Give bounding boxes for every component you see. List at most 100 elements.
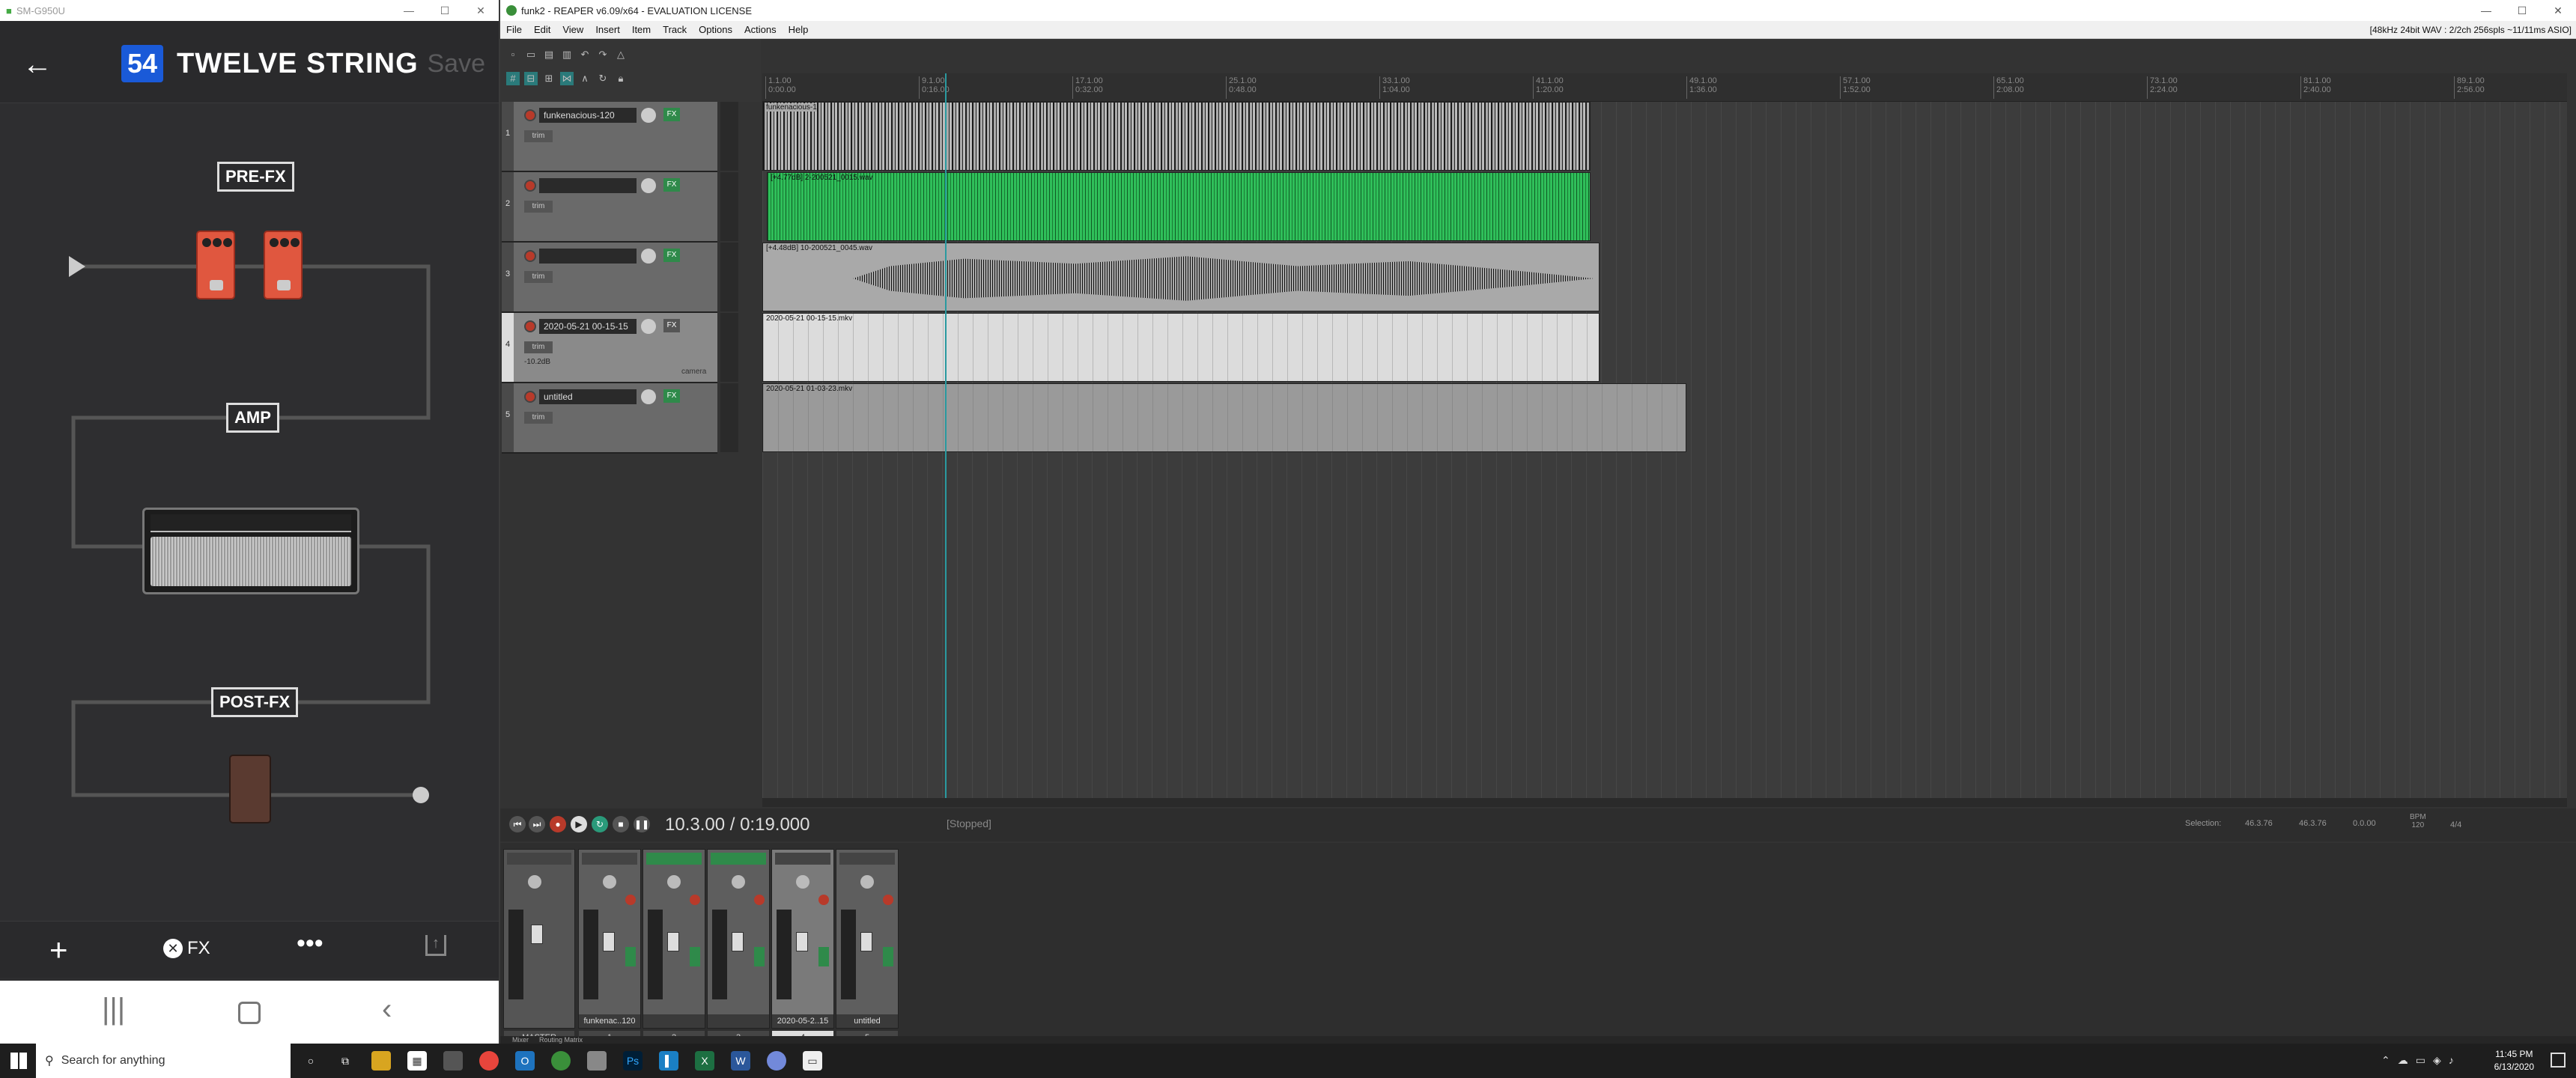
envelope-icon[interactable]: ∧: [578, 72, 592, 85]
volume-knob[interactable]: [641, 389, 656, 404]
excel-icon[interactable]: X: [695, 1051, 714, 1071]
track-4-control-panel[interactable]: 4 2020-05-21 00-15-15 FX trim -10.2dB ca…: [502, 313, 738, 383]
mixer-strip-1[interactable]: funkenac..120 1: [578, 849, 641, 1044]
auto-crossfade-icon[interactable]: ⋈: [560, 72, 574, 85]
fx-button[interactable]: ✕ FX: [163, 938, 210, 959]
metronome-icon[interactable]: △: [614, 48, 628, 61]
track-name[interactable]: funkenacious-120: [539, 108, 637, 123]
arrow-left-icon[interactable]: ←: [22, 49, 57, 79]
open-project-icon[interactable]: ▭: [524, 48, 538, 61]
arrange-view[interactable]: funkenacious-1 [+4.77dB] 2-200521_0015.w…: [762, 102, 2567, 798]
menu-actions[interactable]: Actions: [738, 24, 783, 35]
task-view-icon[interactable]: ⧉: [335, 1051, 355, 1071]
time-signature[interactable]: 4/4: [2450, 820, 2461, 829]
envelope-button[interactable]: trim: [524, 341, 553, 353]
photoshop-icon[interactable]: Ps: [623, 1051, 643, 1071]
close-icon[interactable]: ✕: [463, 4, 499, 17]
record-icon[interactable]: ●: [550, 816, 566, 832]
app-icon-1[interactable]: [443, 1051, 463, 1071]
new-project-icon[interactable]: ▫: [506, 48, 520, 61]
mixer-strip-2[interactable]: 2: [643, 849, 705, 1044]
system-tray[interactable]: ⌃☁▭◈♪: [2381, 1054, 2461, 1067]
volume-knob[interactable]: [641, 319, 656, 334]
track-1-control-panel[interactable]: 1 funkenacious-120 FX trim: [502, 102, 738, 172]
app-icon-3[interactable]: ▌: [659, 1051, 678, 1071]
track-name[interactable]: untitled: [539, 389, 637, 404]
snap-icon[interactable]: ⊟: [524, 72, 538, 85]
envelope-button[interactable]: trim: [524, 201, 553, 213]
record-arm-icon[interactable]: [524, 391, 536, 403]
menu-options[interactable]: Options: [693, 24, 738, 35]
pause-icon[interactable]: ❚❚: [634, 816, 650, 832]
selection-length[interactable]: 0.0.00: [2353, 819, 2376, 828]
taskbar-search[interactable]: ⚲ Search for anything: [36, 1044, 291, 1078]
bpm-display[interactable]: BPM 120: [2410, 813, 2426, 829]
go-to-end-icon[interactable]: ⏭: [529, 816, 545, 832]
record-arm-icon[interactable]: [524, 320, 536, 332]
volume-knob[interactable]: [641, 108, 656, 123]
record-arm-icon[interactable]: [524, 180, 536, 192]
fx-button[interactable]: FX: [663, 389, 680, 403]
envelope-button[interactable]: trim: [524, 130, 553, 142]
media-item-track-4[interactable]: 2020-05-21 00-15-15.mkv: [762, 313, 1600, 382]
minimize-icon[interactable]: —: [2468, 4, 2504, 17]
horizontal-scrollbar[interactable]: [762, 798, 2567, 807]
windows-start-icon[interactable]: [10, 1053, 27, 1069]
menu-insert[interactable]: Insert: [589, 24, 626, 35]
pre-fx-pedal-1[interactable]: [196, 231, 235, 299]
pre-fx-pedal-2[interactable]: [264, 231, 303, 299]
phone-mirror-taskbar-icon[interactable]: ▭: [803, 1051, 822, 1071]
reaper-taskbar-icon[interactable]: [551, 1051, 571, 1071]
volume-knob[interactable]: [641, 249, 656, 264]
tab-routing-matrix[interactable]: Routing Matrix: [539, 1036, 583, 1044]
volume-knob[interactable]: [641, 178, 656, 193]
project-settings-icon[interactable]: ▥: [560, 48, 574, 61]
discord-icon[interactable]: [767, 1051, 786, 1071]
minimize-icon[interactable]: —: [391, 4, 427, 17]
stop-icon[interactable]: ■: [613, 816, 629, 832]
go-to-start-icon[interactable]: ⏮: [509, 816, 526, 832]
track-5-control-panel[interactable]: 5 untitled FX trim: [502, 383, 738, 454]
cortana-icon[interactable]: ○: [301, 1051, 321, 1071]
media-item-track-1[interactable]: funkenacious-1: [762, 102, 1591, 171]
play-icon[interactable]: ▶: [571, 816, 587, 832]
mixer-strip-3[interactable]: 3: [707, 849, 770, 1044]
system-clock[interactable]: 11:45 PM 6/13/2020: [2494, 1048, 2534, 1074]
master-strip[interactable]: MASTER: [503, 849, 575, 1044]
fx-button[interactable]: FX: [663, 178, 680, 192]
envelope-button[interactable]: trim: [524, 412, 553, 424]
tab-mixer[interactable]: Mixer: [512, 1036, 529, 1044]
grid-icon[interactable]: #: [506, 72, 520, 85]
menu-item[interactable]: Item: [626, 24, 657, 35]
home-icon[interactable]: [238, 1002, 261, 1024]
notification-icon[interactable]: [2551, 1053, 2566, 1068]
outlook-icon[interactable]: O: [515, 1051, 535, 1071]
chevron-left-icon[interactable]: ‹: [382, 993, 392, 1026]
track-name[interactable]: [539, 178, 637, 193]
edit-cursor[interactable]: [945, 73, 947, 800]
lock-icon[interactable]: 🔒︎: [614, 72, 628, 85]
menu-track[interactable]: Track: [657, 24, 693, 35]
save-button[interactable]: Save: [428, 49, 486, 79]
post-fx-pedal[interactable]: [229, 755, 271, 823]
share-icon[interactable]: ↑: [425, 935, 446, 956]
redo-icon[interactable]: ↷: [596, 48, 610, 61]
plus-icon[interactable]: +: [49, 932, 68, 968]
more-dots-icon[interactable]: •••: [297, 929, 323, 958]
app-icon-2[interactable]: [587, 1051, 607, 1071]
record-arm-icon[interactable]: [524, 250, 536, 262]
media-item-track-5[interactable]: 2020-05-21 01-03-23.mkv: [762, 383, 1686, 452]
amp-model[interactable]: [142, 508, 359, 594]
media-item-track-3[interactable]: [+4.48dB] 10-200521_0045.wav: [762, 243, 1600, 311]
media-item-track-2[interactable]: [+4.77dB] 2-200521_0015.wav: [767, 172, 1591, 241]
track-name[interactable]: [539, 249, 637, 264]
track-name[interactable]: 2020-05-21 00-15-15: [539, 319, 637, 334]
chrome-icon[interactable]: [479, 1051, 499, 1071]
save-project-icon[interactable]: ▤: [542, 48, 556, 61]
maximize-icon[interactable]: ☐: [427, 4, 463, 17]
record-arm-icon[interactable]: [524, 109, 536, 121]
envelope-button[interactable]: trim: [524, 271, 553, 283]
maximize-icon[interactable]: ☐: [2504, 4, 2540, 17]
timeline-ruler[interactable]: 1.1.00 0:00.00 9.1.00 0:16.00 17.1.00 0:32.00…: [762, 73, 2567, 102]
menu-edit[interactable]: Edit: [528, 24, 556, 35]
